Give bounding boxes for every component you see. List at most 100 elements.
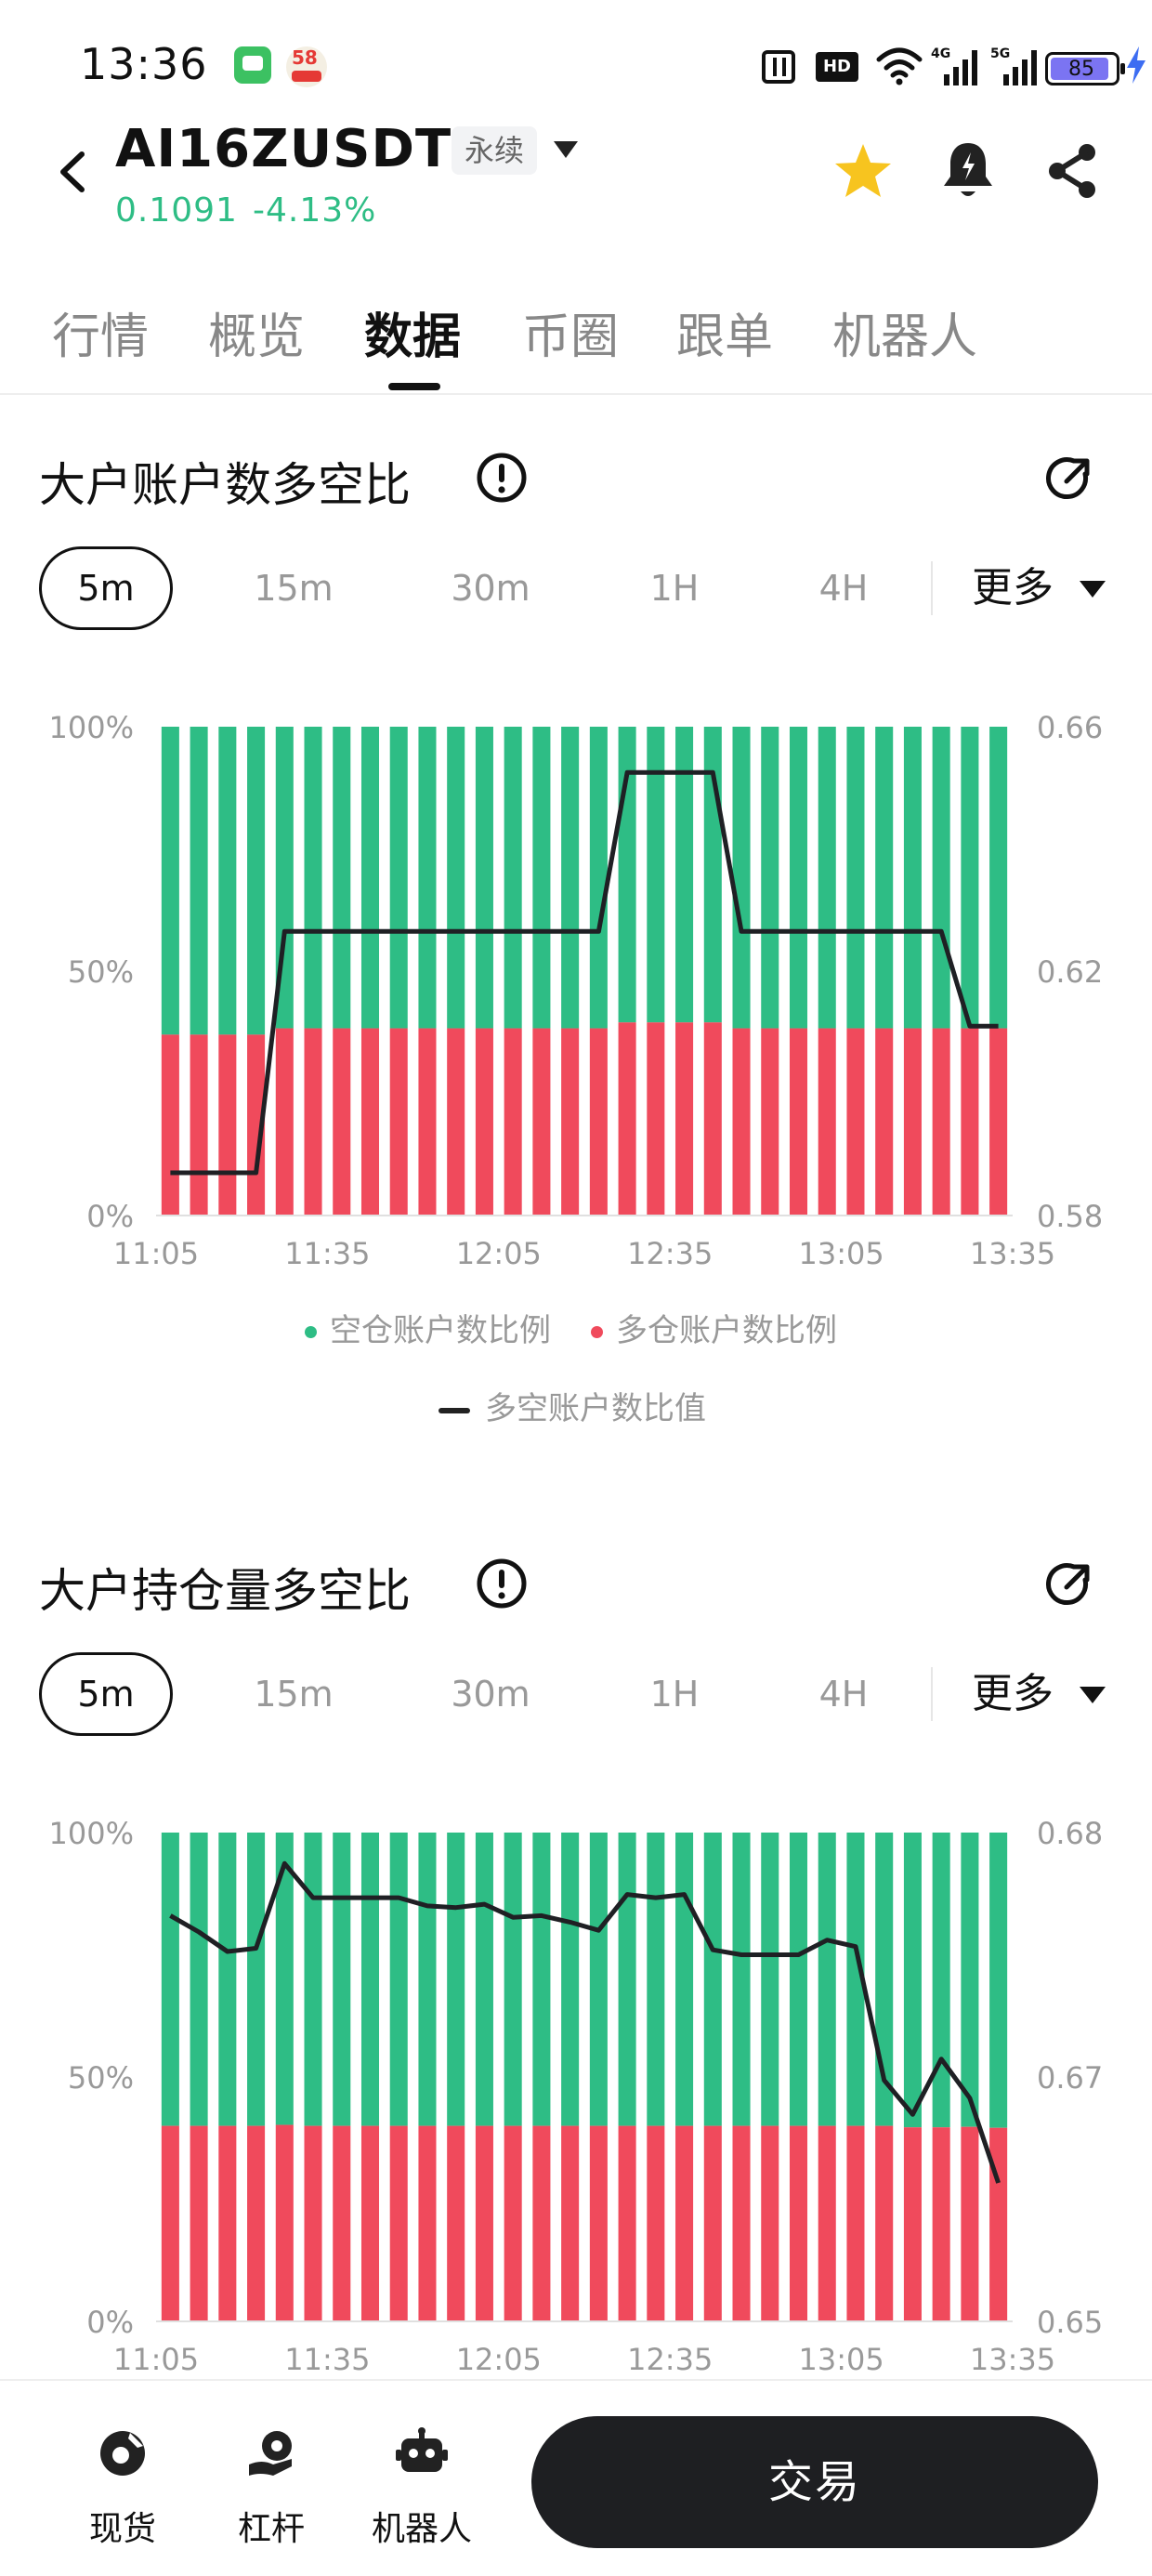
favorite-star-icon[interactable] — [832, 141, 894, 201]
bar-long — [447, 2125, 465, 2321]
ratio-line — [169, 1860, 1001, 2184]
period-5m[interactable]: 5m — [39, 1652, 173, 1736]
price-alert-bell-icon[interactable] — [940, 139, 996, 201]
bar-short — [618, 1833, 636, 2126]
bar-long — [589, 2125, 608, 2321]
bar-long — [504, 1028, 522, 1216]
section-title-account-ratio: 大户账户数多空比 — [39, 458, 411, 512]
bar-short — [989, 727, 1008, 1029]
bar-long — [647, 1022, 665, 1216]
period-30m[interactable]: 30m — [433, 546, 548, 630]
more-caret-icon[interactable] — [1080, 1687, 1106, 1703]
bar-short — [504, 727, 522, 1029]
period-selector: 5m 15m 30m 1H 4H 更多 — [0, 1652, 1152, 1740]
margin-icon — [249, 2431, 292, 2476]
bar-short — [932, 727, 950, 1029]
symbol-title[interactable]: AI16ZUSDT — [115, 119, 452, 179]
symbol-dropdown-caret-icon[interactable] — [554, 141, 578, 158]
status-time: 13:36 — [80, 39, 208, 89]
bar-long — [818, 2125, 836, 2321]
bar-short — [532, 1833, 551, 2126]
tab-overview[interactable]: 概览 — [208, 297, 305, 367]
bar-short — [475, 1833, 493, 2126]
y-left-tick-label: 100% — [49, 1816, 134, 1851]
period-15m[interactable]: 15m — [236, 546, 351, 630]
bar-long — [333, 2125, 351, 2321]
trade-button[interactable]: 交易 — [531, 2416, 1098, 2548]
bar-long — [360, 1028, 380, 1216]
bar-short — [218, 1833, 237, 2126]
tab-data[interactable]: 数据 — [364, 297, 461, 367]
bar-short — [447, 1833, 465, 2126]
bar-short — [732, 1833, 751, 2126]
section-title-position-ratio: 大户持仓量多空比 — [39, 1564, 411, 1618]
bar-long — [532, 2125, 551, 2321]
bar-long — [903, 2127, 922, 2321]
bar-long — [418, 2125, 437, 2321]
more-periods-button[interactable]: 更多 — [972, 1652, 1054, 1736]
share-icon[interactable] — [1044, 141, 1100, 201]
y-left-tick-label: 50% — [68, 954, 134, 990]
bar-short — [389, 1833, 408, 2126]
tab-market[interactable]: 行情 — [52, 297, 149, 367]
chart-svg: 100% 50% 0% 0.68 0.67 0.65 11:05 11:35 12:05 12:3… — [49, 1816, 1104, 2377]
bar-short — [761, 1833, 779, 2126]
y-left-tick-label: 100% — [49, 710, 134, 745]
x-tick-label: 12:35 — [627, 2342, 713, 2377]
tab-bots[interactable]: 机器人 — [832, 297, 977, 367]
bar-long — [475, 1028, 493, 1216]
bar-long — [161, 1034, 179, 1216]
bar-short — [932, 1833, 950, 2128]
bar-long — [532, 1028, 551, 1216]
bar-long — [161, 2125, 179, 2321]
tab-bar: 行情 概览 数据 币圈 跟单 机器人 — [0, 288, 1152, 395]
info-icon[interactable] — [476, 1557, 528, 1610]
app-58-icon: 58 — [286, 46, 327, 87]
bar-long — [875, 2125, 894, 2321]
bar-long — [732, 2125, 751, 2321]
more-periods-button[interactable]: 更多 — [972, 546, 1054, 630]
bar-short — [360, 727, 380, 1029]
bar-short — [818, 1833, 836, 2126]
info-icon[interactable] — [476, 452, 528, 504]
bar-short — [304, 727, 322, 1029]
nfc-icon — [762, 50, 795, 84]
period-4h[interactable]: 4H — [797, 546, 890, 630]
bar-long — [989, 1028, 1008, 1216]
period-4h[interactable]: 4H — [797, 1652, 890, 1736]
chart-svg: 100% 50% 0% 0.66 0.62 0.58 11:05 11:35 12:05 12:3… — [49, 710, 1104, 1271]
period-1h[interactable]: 1H — [628, 1652, 721, 1736]
expand-chart-icon[interactable] — [1044, 1559, 1094, 1610]
tab-copy-trading[interactable]: 跟单 — [676, 297, 773, 367]
more-caret-icon[interactable] — [1080, 581, 1106, 598]
period-30m[interactable]: 30m — [433, 1652, 548, 1736]
period-5m[interactable]: 5m — [39, 546, 173, 630]
period-15m[interactable]: 15m — [236, 1652, 351, 1736]
expand-chart-icon[interactable] — [1044, 453, 1094, 504]
bar-long — [190, 2125, 208, 2321]
legend-long[interactable]: 多仓账户数比例 — [591, 1305, 837, 1350]
bar-long — [932, 1028, 950, 1216]
battery-icon: 85 — [1045, 52, 1125, 85]
contract-type-badge: 永续 — [452, 126, 537, 175]
bar-short — [475, 727, 493, 1029]
legend-short[interactable]: 空仓账户数比例 — [305, 1305, 551, 1350]
ratio-line — [170, 769, 999, 1176]
bar-short — [846, 727, 865, 1029]
bar-long — [789, 1028, 808, 1216]
charging-icon — [1127, 46, 1145, 84]
bar-long — [247, 2125, 266, 2321]
bar-short — [418, 1833, 437, 2126]
period-1h[interactable]: 1H — [628, 546, 721, 630]
legend-ratio[interactable]: 多空账户数比值 — [439, 1383, 706, 1428]
bar-short — [532, 727, 551, 1029]
bar-short — [218, 727, 237, 1035]
bar-long — [389, 2125, 408, 2321]
bar-short — [875, 727, 894, 1029]
tab-community[interactable]: 币圈 — [522, 297, 619, 367]
price-change: -4.13% — [253, 191, 377, 230]
bar-short — [447, 727, 465, 1029]
back-arrow-icon[interactable] — [54, 149, 91, 195]
bar-long — [618, 1022, 636, 1216]
bar-short — [161, 1833, 179, 2126]
